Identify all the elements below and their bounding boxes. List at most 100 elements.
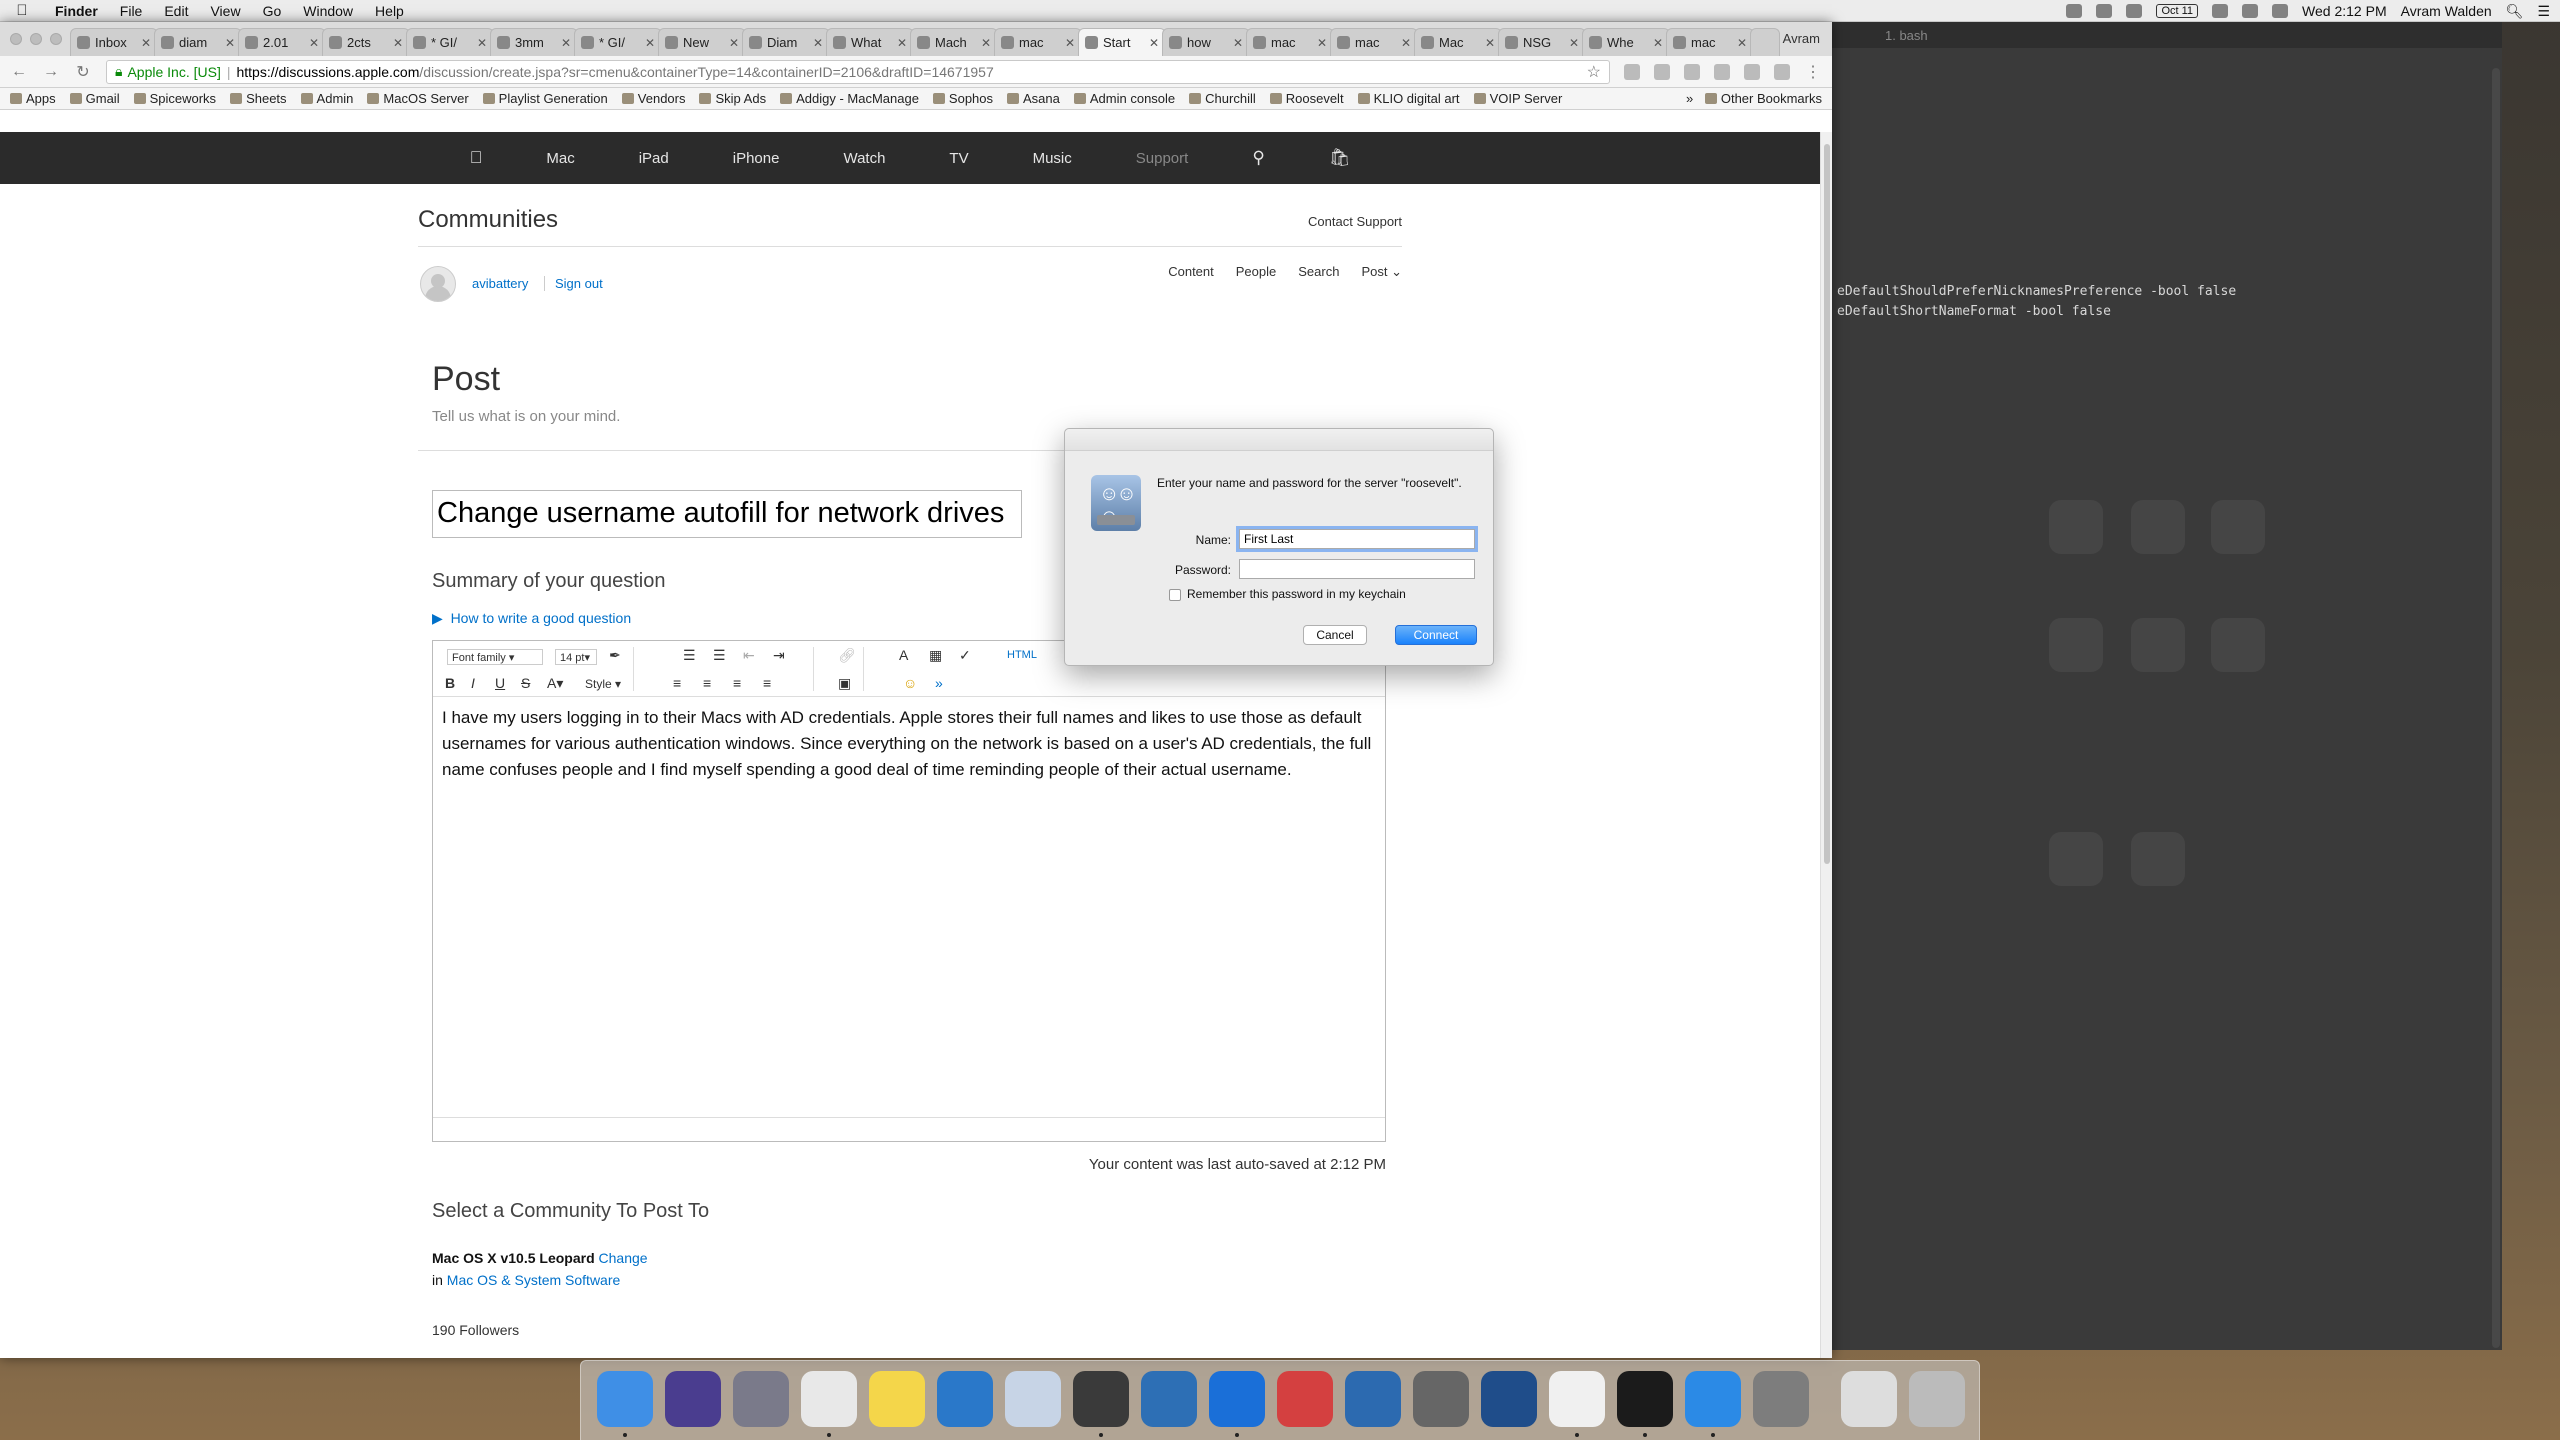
browser-tab[interactable]: Mach ✕	[910, 28, 998, 56]
terminal-window[interactable]: 1. bash eDefaultShouldPreferNicknamesPre…	[1830, 22, 2502, 1350]
close-tab-icon[interactable]: ✕	[1485, 36, 1495, 50]
browser-tab[interactable]: NSG ✕	[1498, 28, 1586, 56]
launchpad-icon[interactable]	[733, 1371, 789, 1427]
menu-app-name[interactable]: Finder	[44, 3, 109, 19]
bookmark-item[interactable]: Admin console	[1073, 91, 1175, 106]
bookmark-item[interactable]: KLIO digital art	[1357, 91, 1460, 106]
chrome-menu-icon[interactable]: ⋮	[1804, 62, 1822, 82]
notification-center-icon[interactable]: ☰	[2537, 3, 2550, 20]
menu-edit[interactable]: Edit	[153, 3, 199, 19]
scrollbar-thumb[interactable]	[1824, 144, 1830, 864]
extension-icon[interactable]	[1654, 63, 1670, 80]
name-field[interactable]	[1236, 526, 1478, 552]
align-center-icon[interactable]: ≡	[703, 675, 711, 691]
close-tab-icon[interactable]: ✕	[141, 36, 151, 50]
browser-tab[interactable]: Mac ✕	[1414, 28, 1502, 56]
browser-tab[interactable]: Diam ✕	[742, 28, 830, 56]
nav-iphone[interactable]: iPhone	[701, 150, 812, 167]
browser-tab[interactable]: mac ✕	[994, 28, 1082, 56]
trash-icon[interactable]	[1909, 1371, 1965, 1427]
other-bookmarks[interactable]: » Other Bookmarks	[1686, 91, 1822, 106]
close-tab-icon[interactable]: ✕	[1317, 36, 1327, 50]
close-tab-icon[interactable]: ✕	[1233, 36, 1243, 50]
indent-icon[interactable]: ⇥	[773, 647, 785, 664]
bookmark-item[interactable]: Roosevelt	[1269, 91, 1344, 106]
strikethrough-icon[interactable]: S	[521, 675, 530, 691]
remember-password-checkbox[interactable]	[1169, 589, 1181, 601]
align-right-icon[interactable]: ≡	[733, 675, 741, 691]
underline-icon[interactable]: U	[495, 675, 505, 691]
network-utility-icon[interactable]	[1413, 1371, 1469, 1427]
cancel-button[interactable]: Cancel	[1303, 625, 1367, 645]
bookmark-item[interactable]: Skip Ads	[699, 91, 766, 106]
close-tab-icon[interactable]: ✕	[645, 36, 655, 50]
system-preferences-icon[interactable]	[1753, 1371, 1809, 1427]
bookmark-item[interactable]: Churchill	[1189, 91, 1256, 106]
apple-logo-icon[interactable]: 	[438, 148, 515, 168]
text-color-icon[interactable]: A	[899, 647, 908, 663]
username-link[interactable]: avibattery	[472, 276, 528, 291]
browser-tab[interactable]: Start ✕	[1078, 28, 1166, 56]
torrent-icon[interactable]	[1841, 1371, 1897, 1427]
outdent-icon[interactable]: ⇤	[743, 647, 755, 664]
close-tab-icon[interactable]: ✕	[561, 36, 571, 50]
nav-tv[interactable]: TV	[917, 150, 1000, 167]
bookmark-item[interactable]: VOIP Server	[1473, 91, 1562, 106]
bookmark-item[interactable]: MacOS Server	[367, 91, 469, 106]
date-badge[interactable]: Oct 11	[2156, 4, 2199, 18]
close-tab-icon[interactable]: ✕	[1569, 36, 1579, 50]
subnav-content[interactable]: Content	[1168, 264, 1214, 280]
remote-desktop-icon[interactable]	[1277, 1371, 1333, 1427]
teamviewer-icon[interactable]	[1209, 1371, 1265, 1427]
browser-tab[interactable]: Inbox ✕	[70, 28, 158, 56]
remote-desktop-manager-icon[interactable]	[1345, 1371, 1401, 1427]
browser-tab[interactable]: 3mm ✕	[490, 28, 578, 56]
back-icon[interactable]: ←	[10, 63, 28, 81]
close-tab-icon[interactable]: ✕	[897, 36, 907, 50]
bookmark-item[interactable]: Vendors	[621, 91, 685, 106]
bookmark-item[interactable]: Apps	[10, 91, 56, 106]
dialog-titlebar[interactable]	[1065, 429, 1493, 451]
communities-title[interactable]: Communities	[418, 206, 558, 234]
close-window-button[interactable]	[10, 33, 22, 45]
browser-tab[interactable]: mac ✕	[1246, 28, 1334, 56]
html-button[interactable]: HTML	[1007, 649, 1037, 661]
minimize-window-button[interactable]	[30, 33, 42, 45]
status-icon[interactable]	[2126, 4, 2143, 18]
bag-icon[interactable]: 🛍︎	[1297, 148, 1383, 168]
table-icon[interactable]: ▦	[929, 647, 942, 664]
search-icon[interactable]: ⚲	[1220, 148, 1296, 168]
bookmark-item[interactable]: Spiceworks	[133, 91, 216, 106]
zoom-window-button[interactable]	[50, 33, 62, 45]
close-tab-icon[interactable]: ✕	[729, 36, 739, 50]
address-bar[interactable]: 🔒︎ Apple Inc. [US] | https://discussions…	[106, 59, 1610, 84]
nav-music[interactable]: Music	[1001, 150, 1104, 167]
preview-icon[interactable]	[1005, 1371, 1061, 1427]
editor-resize-bar[interactable]	[433, 1117, 1385, 1141]
bold-icon[interactable]: B	[445, 675, 455, 691]
justify-icon[interactable]: ≡	[763, 675, 771, 691]
extension-icon[interactable]	[1774, 63, 1790, 80]
bookmark-item[interactable]: Gmail	[69, 91, 120, 106]
new-tab-button[interactable]	[1750, 28, 1780, 56]
rich-text-editor[interactable]: Font family ▾ 14 pt▾ ✒ ☰ ☰ ⇤ ⇥ 🔗︎ A ▦ ✓ …	[432, 640, 1386, 1142]
bullet-list-icon[interactable]: ☰	[683, 647, 696, 664]
vectorworks-icon[interactable]	[937, 1371, 993, 1427]
browser-tab[interactable]: What ✕	[826, 28, 914, 56]
wireshark-icon[interactable]	[1141, 1371, 1197, 1427]
browser-tab[interactable]: how ✕	[1162, 28, 1250, 56]
close-tab-icon[interactable]: ✕	[477, 36, 487, 50]
bookmark-item[interactable]: Playlist Generation	[482, 91, 608, 106]
menu-clock[interactable]: Wed 2:12 PM	[2302, 3, 2387, 19]
font-color-icon[interactable]: A▾	[547, 675, 563, 692]
menu-file[interactable]: File	[109, 3, 154, 19]
how-to-write-link[interactable]: ▶ How to write a good question	[432, 610, 631, 627]
align-left-icon[interactable]: ≡	[673, 675, 681, 691]
nav-support[interactable]: Support	[1104, 150, 1221, 167]
virtualbox-icon[interactable]	[1481, 1371, 1537, 1427]
subject-input[interactable]: Change username autofill for network dri…	[432, 490, 1022, 538]
menu-user[interactable]: Avram Walden	[2401, 3, 2492, 19]
spotlight-icon[interactable]: 🔍︎	[2506, 3, 2524, 20]
numbered-list-icon[interactable]: ☰	[713, 647, 726, 664]
connect-button[interactable]: Connect	[1395, 625, 1477, 645]
